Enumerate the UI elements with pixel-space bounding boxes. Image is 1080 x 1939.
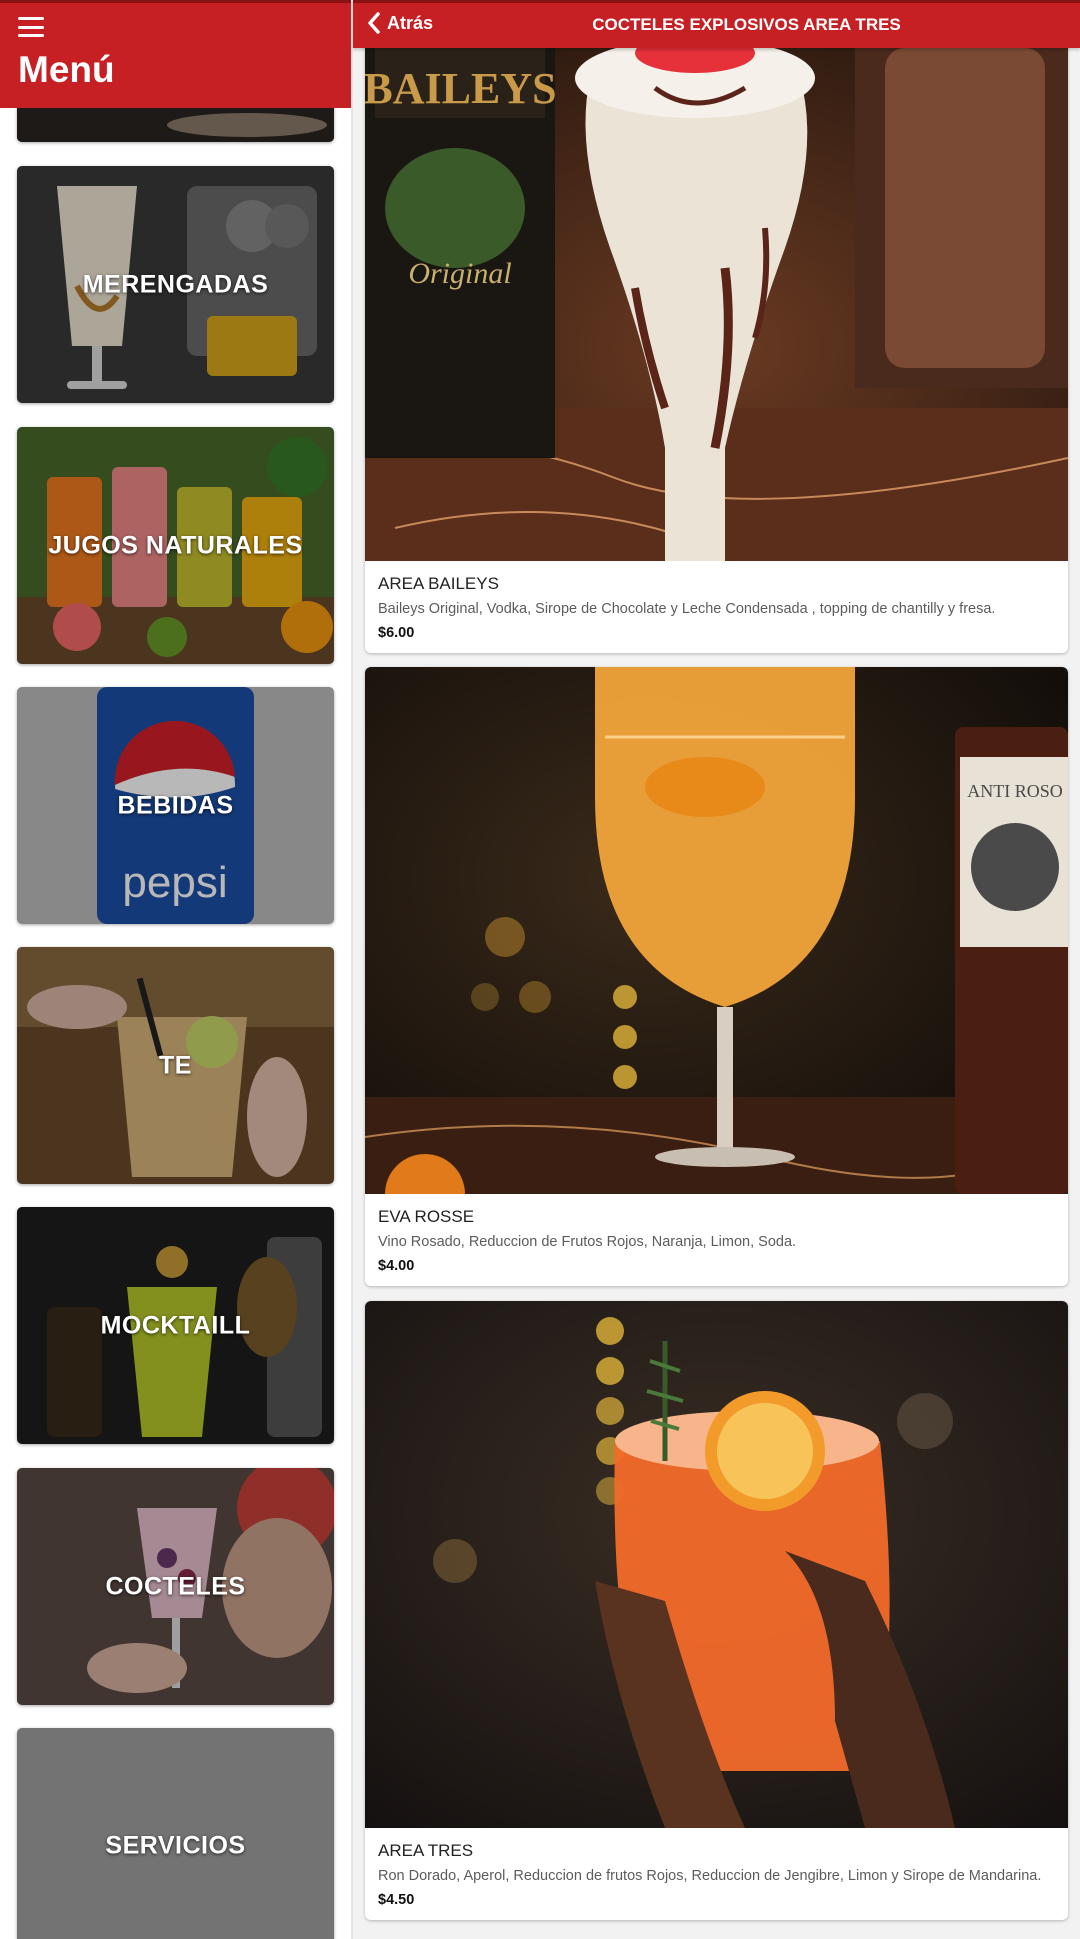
baileys-brand-text: BAILEYS (365, 64, 557, 113)
category-label: MOCKTAILL (100, 1311, 251, 1339)
category-card-mocktaill[interactable]: MOCKTAILL (17, 1207, 334, 1444)
product-info: AREA BAILEYS Baileys Original, Vodka, Si… (365, 561, 1068, 653)
top-bar: Atrás COCTELES EXPLOSIVOS AREA TRES (353, 0, 1080, 48)
category-label: TE (159, 1051, 192, 1079)
menu-title: Menú (18, 49, 115, 90)
product-image (365, 1301, 1068, 1828)
menu-header: Menú (0, 0, 351, 108)
category-card-servicios[interactable]: SERVICIOS (17, 1728, 334, 1939)
app-root: MERENGADAS JUGOS NATURALES pepsi BEBIDAS… (0, 0, 1080, 1939)
category-label: MERENGADAS (82, 270, 269, 298)
product-description: Vino Rosado, Reduccion de Frutos Rojos, … (378, 1234, 797, 1250)
product-description: Ron Dorado, Aperol, Reduccion de frutos … (378, 1868, 1042, 1884)
category-card-cocteles[interactable]: COCTELES (17, 1468, 334, 1705)
product-price: $4.50 (378, 1892, 415, 1908)
product-info: AREA TRES Ron Dorado, Aperol, Reduccion … (365, 1828, 1068, 1920)
wine-label-text: ANTI ROSO (967, 781, 1063, 801)
product-card-area-tres[interactable]: AREA TRES Ron Dorado, Aperol, Reduccion … (365, 1301, 1068, 1920)
product-image: BAILEYS Original (365, 28, 1068, 561)
product-info: EVA ROSSE Vino Rosado, Reduccion de Frut… (365, 1194, 1068, 1286)
category-card-te[interactable]: TE (17, 947, 334, 1184)
product-description: Baileys Original, Vodka, Sirope de Choco… (378, 601, 996, 617)
product-name: EVA ROSSE (378, 1207, 475, 1226)
product-image: ANTI ROSO (365, 667, 1068, 1194)
category-card-merengadas[interactable]: MERENGADAS (17, 166, 334, 403)
product-card-eva-rosse[interactable]: ANTI ROSO EVA ROSSE Vino Rosado, Reducci… (365, 667, 1068, 1286)
product-price: $6.00 (378, 625, 415, 641)
category-label: COCTELES (105, 1572, 246, 1600)
category-label: SERVICIOS (105, 1831, 246, 1860)
product-name: AREA BAILEYS (378, 574, 499, 593)
product-card-area-baileys[interactable]: BAILEYS Original AREA BAILEYS Baileys Or… (365, 28, 1068, 653)
baileys-original-text: Original (408, 257, 511, 290)
hamburger-menu-icon[interactable] (18, 17, 44, 37)
category-card-jugos-naturales[interactable]: JUGOS NATURALES (17, 427, 334, 664)
product-name: AREA TRES (378, 1841, 474, 1860)
category-label: JUGOS NATURALES (48, 531, 303, 559)
category-card-bebidas[interactable]: pepsi BEBIDAS (17, 687, 334, 924)
product-price: $4.00 (378, 1258, 415, 1274)
page-title: COCTELES EXPLOSIVOS AREA TRES (592, 15, 901, 34)
menu-panel: MERENGADAS JUGOS NATURALES pepsi BEBIDAS… (0, 0, 353, 1939)
category-label: BEBIDAS (117, 791, 234, 819)
